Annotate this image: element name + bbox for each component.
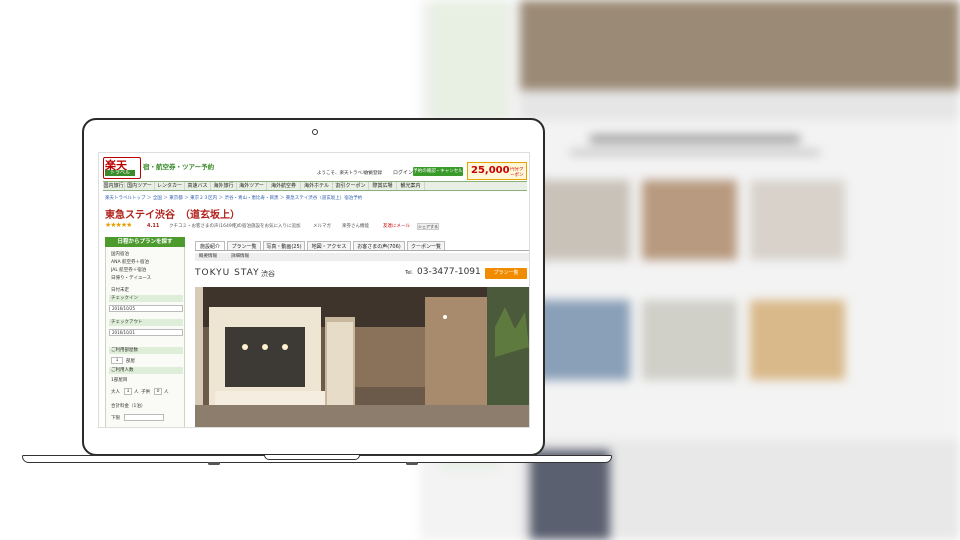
nav-item[interactable]: レンタカー xyxy=(155,182,185,190)
laptop-foot-right xyxy=(406,462,418,465)
bg-thumb-6 xyxy=(750,300,845,380)
main-nav: 国内旅行 国内ツアー レンタカー 高速バス 海外旅行 海外ツアー 海外航空券 海… xyxy=(103,181,527,191)
bg-thumb-1 xyxy=(535,180,630,260)
nav-item[interactable]: 国内ツアー xyxy=(125,182,155,190)
brand-location: 渋谷 xyxy=(261,270,275,278)
bg-thumb-4 xyxy=(535,300,630,380)
bg-hero-photo xyxy=(520,0,960,90)
reservation-check-button[interactable]: 予約の確認・キャンセル xyxy=(413,167,463,176)
tab-intro[interactable]: 施設紹介 xyxy=(195,241,225,250)
nav-item[interactable]: 海外ツアー xyxy=(237,182,267,190)
tab-coupons[interactable]: クーポン一覧 xyxy=(407,241,445,250)
hotel-title: 東急ステイ渋谷 （道玄坂上） xyxy=(105,210,240,221)
rooms-label: ご利用部屋数 xyxy=(109,347,183,354)
review-link[interactable]: クチコミ・お客さまの声(1649件) xyxy=(169,223,238,229)
radio-ana[interactable]: ANA 航空券＋宿泊 xyxy=(111,259,149,265)
radio-domestic[interactable]: 国内宿泊 xyxy=(111,251,129,257)
bg-thumb-3 xyxy=(750,180,845,260)
rooms-select[interactable]: 1 xyxy=(111,357,123,364)
bg-strip xyxy=(520,90,960,120)
welcome-text: ようこそ、楽天トラベルへ xyxy=(317,171,371,176)
laptop-camera-icon xyxy=(312,129,318,135)
favorite-link[interactable]: この宿泊施設をお気に入りに追加 xyxy=(233,223,301,229)
nav-item[interactable]: 割引クーポン xyxy=(333,182,369,190)
bg-subheading xyxy=(570,150,820,155)
subtab-overview[interactable]: 概要情報 xyxy=(199,253,217,261)
radio-dayuse[interactable]: 日帰り・デイユース xyxy=(111,275,151,281)
rating-stars-icon: ★★★★★ xyxy=(105,221,132,229)
nav-item[interactable]: 海外ホテル xyxy=(301,182,333,190)
children-label: 子供 xyxy=(141,390,150,395)
laptop-screen: 楽天 トラベル 宿・航空券・ツアー予約 ようこそ、楽天トラベルへ 会員登録 ログ… xyxy=(98,152,530,428)
tel-label: Tel. xyxy=(405,270,414,276)
mail-friend-link[interactable]: 友達にメール xyxy=(383,223,410,229)
checkout-input[interactable]: 2016/10/21 xyxy=(109,329,183,336)
nav-item[interactable]: 海外航空券 xyxy=(267,182,301,190)
tokyu-stay-logo: TOKYU STAY xyxy=(195,268,260,278)
site-tagline: 宿・航空券・ツアー予約 xyxy=(143,163,215,171)
plan-list-button[interactable]: プラン一覧 xyxy=(485,268,527,279)
nav-item[interactable]: 高速バス xyxy=(185,182,211,190)
price-min-label: 下限 xyxy=(111,416,120,421)
sub-tabs: 概要情報 詳細情報 xyxy=(195,253,529,261)
bg-sidebar xyxy=(430,0,510,120)
tab-reviews[interactable]: お客さまの声(706) xyxy=(353,241,405,250)
checkout-label: チェックアウト xyxy=(109,319,183,326)
tab-plans[interactable]: プラン一覧 xyxy=(227,241,261,250)
member-register-link[interactable]: 会員登録 xyxy=(364,170,382,176)
rating-score: 4.11 xyxy=(147,223,160,229)
adults-unit: 人 xyxy=(134,390,139,395)
checkin-label: チェックイン xyxy=(109,295,183,302)
hotel-tabs: 施設紹介 プラン一覧 写真・動画(25) 地図・アクセス お客さまの声(706)… xyxy=(195,241,529,251)
price-min-select[interactable] xyxy=(124,414,164,421)
bg-heading xyxy=(590,135,800,143)
nav-item[interactable]: 観光案内 xyxy=(397,182,425,190)
room1-label: 1部屋目 xyxy=(111,378,128,383)
nav-item[interactable]: 国内旅行 xyxy=(103,182,125,190)
subtab-details[interactable]: 詳細情報 xyxy=(231,253,249,261)
coupon-amount: 25,000 xyxy=(471,165,510,176)
rooms-unit: 部屋 xyxy=(126,359,135,364)
coupon-label: 円分クーポン xyxy=(510,167,524,178)
breadcrumb[interactable]: 楽天トラベルトップ ＞ 全国 ＞ 東京都 ＞ 東京２３区内 ＞ 渋谷・青山・恵比… xyxy=(105,195,362,201)
hotel-lobby-photo xyxy=(195,287,529,427)
laptop-notch xyxy=(264,455,360,460)
bg-thumb-5 xyxy=(642,300,737,380)
children-input[interactable]: 0 xyxy=(154,388,162,395)
children-unit: 人 xyxy=(164,390,169,395)
nav-item[interactable]: 際賞広場 xyxy=(369,182,397,190)
radio-jal[interactable]: JAL 航空券＋宿泊 xyxy=(111,267,146,273)
slide-canvas: 楽天 トラベル 宿・航空券・ツアー予約 ようこそ、楽天トラベルへ 会員登録 ログ… xyxy=(0,0,960,540)
sidebar-title: 日程からプランを探す xyxy=(105,237,185,247)
price-label: 合計料金（1泊） xyxy=(111,404,146,409)
logo-subtext: トラベル xyxy=(105,170,135,176)
tab-photos[interactable]: 写真・動画(25) xyxy=(263,241,305,250)
share-button[interactable]: シェアする xyxy=(417,223,439,230)
tab-map[interactable]: 地図・アクセス xyxy=(307,241,351,250)
undecided-checkbox[interactable]: 日付未定 xyxy=(111,287,129,293)
guests-label: ご利用人数 xyxy=(109,367,183,374)
nav-item[interactable]: 海外旅行 xyxy=(211,182,237,190)
tel-number: 03-3477-1091 xyxy=(417,267,481,277)
feature-link[interactable]: 楽券さん機能 xyxy=(342,223,369,229)
bg-building-photo xyxy=(530,450,610,540)
checkin-input[interactable]: 2016/10/25 xyxy=(109,305,183,312)
adults-input[interactable]: 1 xyxy=(124,388,132,395)
login-link[interactable]: ログイン xyxy=(393,169,413,176)
laptop-foot-left xyxy=(208,462,220,465)
newsletter-link[interactable]: メルマガ xyxy=(313,223,331,229)
bg-thumb-2 xyxy=(642,180,737,260)
adults-label: 大人 xyxy=(111,390,120,395)
